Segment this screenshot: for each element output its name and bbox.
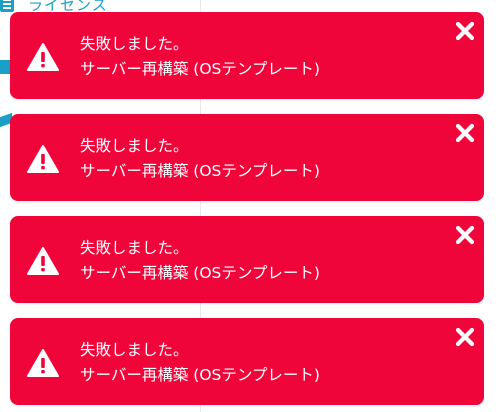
toast-message: サーバー再構築 (OSテンプレート) (80, 162, 320, 180)
toast-message: サーバー再構築 (OSテンプレート) (80, 60, 320, 78)
hamburger-menu-icon[interactable] (0, 0, 14, 12)
notification-stack: 失敗しました。 サーバー再構築 (OSテンプレート) 失敗しました。 サーバー再… (10, 12, 484, 412)
toast-title: 失敗しました。 (80, 137, 189, 155)
warning-triangle-icon (27, 43, 59, 71)
close-icon[interactable] (454, 326, 476, 348)
toast-text: 失敗しました。 サーバー再構築 (OSテンプレート) (80, 236, 320, 286)
toast-text: 失敗しました。 サーバー再構築 (OSテンプレート) (80, 338, 320, 388)
close-icon[interactable] (454, 20, 476, 42)
error-toast: 失敗しました。 サーバー再構築 (OSテンプレート) (10, 216, 484, 303)
toast-message: サーバー再構築 (OSテンプレート) (80, 264, 320, 282)
warning-triangle-icon (27, 349, 59, 377)
error-toast: 失敗しました。 サーバー再構築 (OSテンプレート) (10, 114, 484, 201)
warning-triangle-icon (27, 247, 59, 275)
toast-text: 失敗しました。 サーバー再構築 (OSテンプレート) (80, 134, 320, 184)
error-toast: 失敗しました。 サーバー再構築 (OSテンプレート) (10, 12, 484, 99)
close-icon[interactable] (454, 224, 476, 246)
toast-message: サーバー再構築 (OSテンプレート) (80, 366, 320, 384)
toast-title: 失敗しました。 (80, 239, 189, 257)
toast-text: 失敗しました。 サーバー再構築 (OSテンプレート) (80, 32, 320, 82)
toast-title: 失敗しました。 (80, 35, 189, 53)
error-toast: 失敗しました。 サーバー再構築 (OSテンプレート) (10, 318, 484, 405)
toast-title: 失敗しました。 (80, 341, 189, 359)
warning-triangle-icon (27, 145, 59, 173)
page: ライセンス 失敗しました。 サーバー再構築 (OSテンプレート) 失敗しました。… (0, 0, 500, 412)
close-icon[interactable] (454, 122, 476, 144)
